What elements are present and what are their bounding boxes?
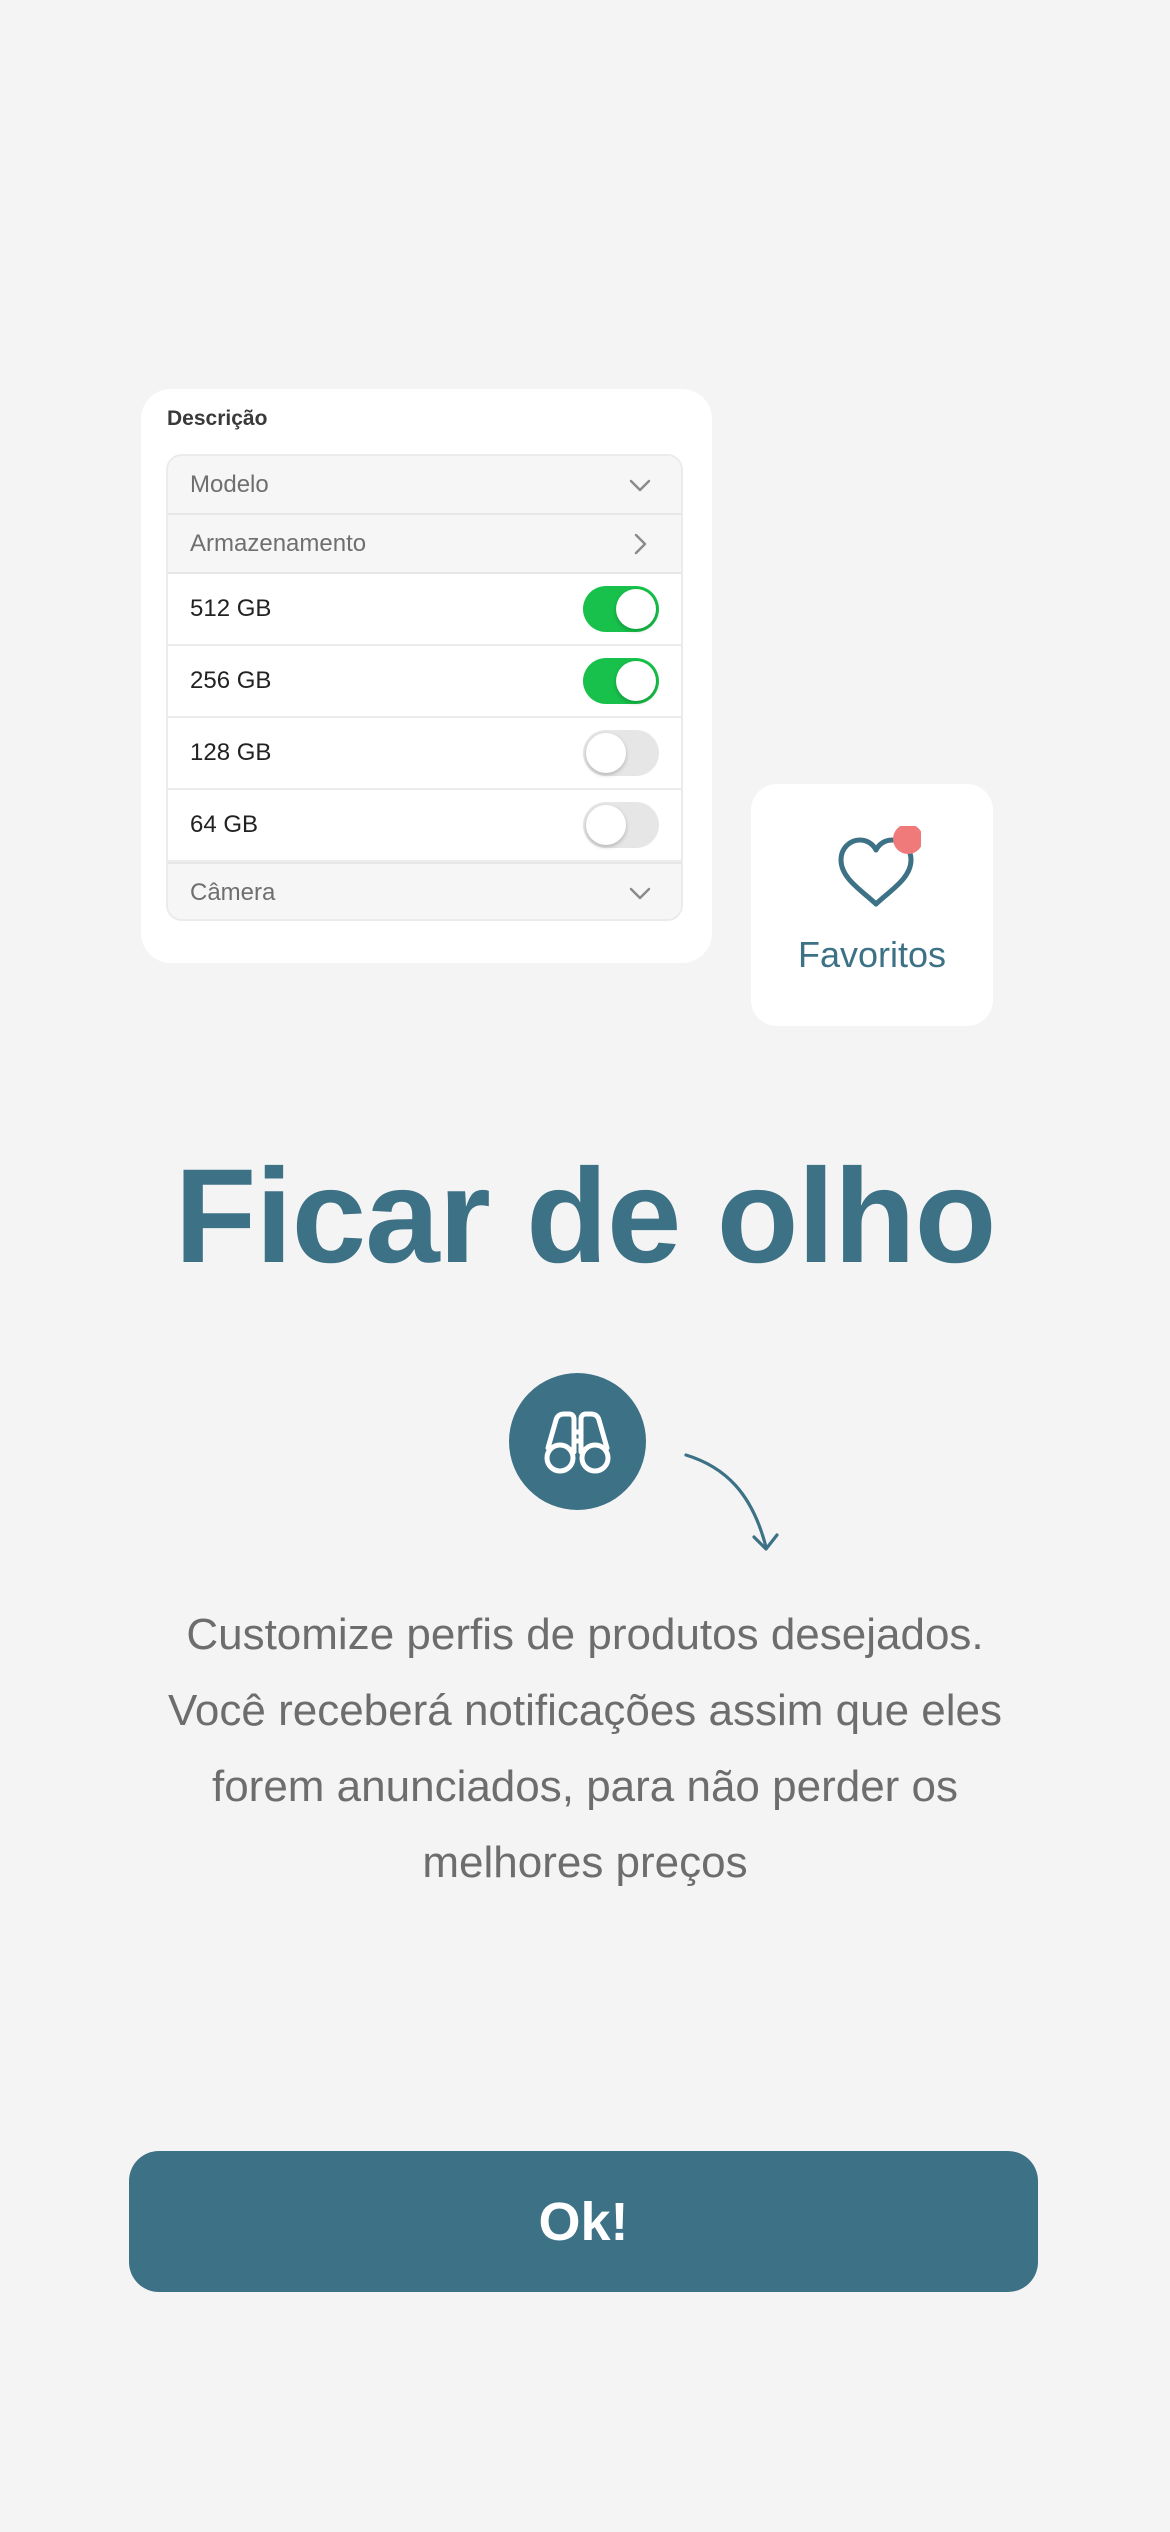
storage-option-label: 128 GB xyxy=(190,739,272,766)
storage-toggle[interactable] xyxy=(583,658,659,704)
storage-option-label: 64 GB xyxy=(190,811,259,838)
heart-icon xyxy=(838,826,921,907)
favorites-label: Favoritos xyxy=(797,934,947,975)
curved-arrow-icon xyxy=(684,1453,779,1551)
section-armazenamento-label: Armazenamento xyxy=(190,529,367,557)
chevron-down-icon xyxy=(629,479,651,491)
toggle-knob xyxy=(616,589,656,629)
description-title: Descrição xyxy=(167,407,268,430)
storage-toggle[interactable] xyxy=(583,586,659,632)
binoculars-icon xyxy=(544,1411,611,1474)
section-camera[interactable]: Câmera xyxy=(168,862,681,919)
page-title: Ficar de olho xyxy=(174,1142,997,1291)
section-modelo[interactable]: Modelo xyxy=(168,456,681,515)
notification-dot xyxy=(893,826,921,854)
specs-list: Modelo Armazenamento 512 GB 256 GB 128 G… xyxy=(166,454,683,921)
storage-option-row: 64 GB xyxy=(168,790,681,862)
toggle-knob xyxy=(616,661,656,701)
onboarding-description: Customize perfis de produtos desejados. … xyxy=(167,1610,1003,1887)
chevron-down-icon xyxy=(629,887,651,899)
onboarding-screen: Descrição Modelo Armazenamento 512 GB 25… xyxy=(0,0,1170,2532)
toggle-knob xyxy=(586,733,626,773)
chevron-right-icon xyxy=(634,533,647,554)
section-armazenamento[interactable]: Armazenamento xyxy=(168,515,681,574)
storage-option-row: 128 GB xyxy=(168,718,681,790)
binoculars-badge xyxy=(509,1373,646,1510)
favorites-card[interactable]: Favoritos xyxy=(751,784,993,1026)
description-card: Descrição Modelo Armazenamento 512 GB 25… xyxy=(141,389,712,963)
storage-option-label: 512 GB xyxy=(190,595,272,622)
storage-toggle[interactable] xyxy=(583,730,659,776)
storage-option-label: 256 GB xyxy=(190,667,272,694)
storage-option-row: 512 GB xyxy=(168,574,681,646)
toggle-knob xyxy=(586,805,626,845)
ok-button[interactable]: Ok! xyxy=(129,2151,1038,2292)
storage-option-row: 256 GB xyxy=(168,646,681,718)
storage-toggle[interactable] xyxy=(583,802,659,848)
section-camera-label: Câmera xyxy=(190,878,276,906)
section-modelo-label: Modelo xyxy=(190,470,269,498)
